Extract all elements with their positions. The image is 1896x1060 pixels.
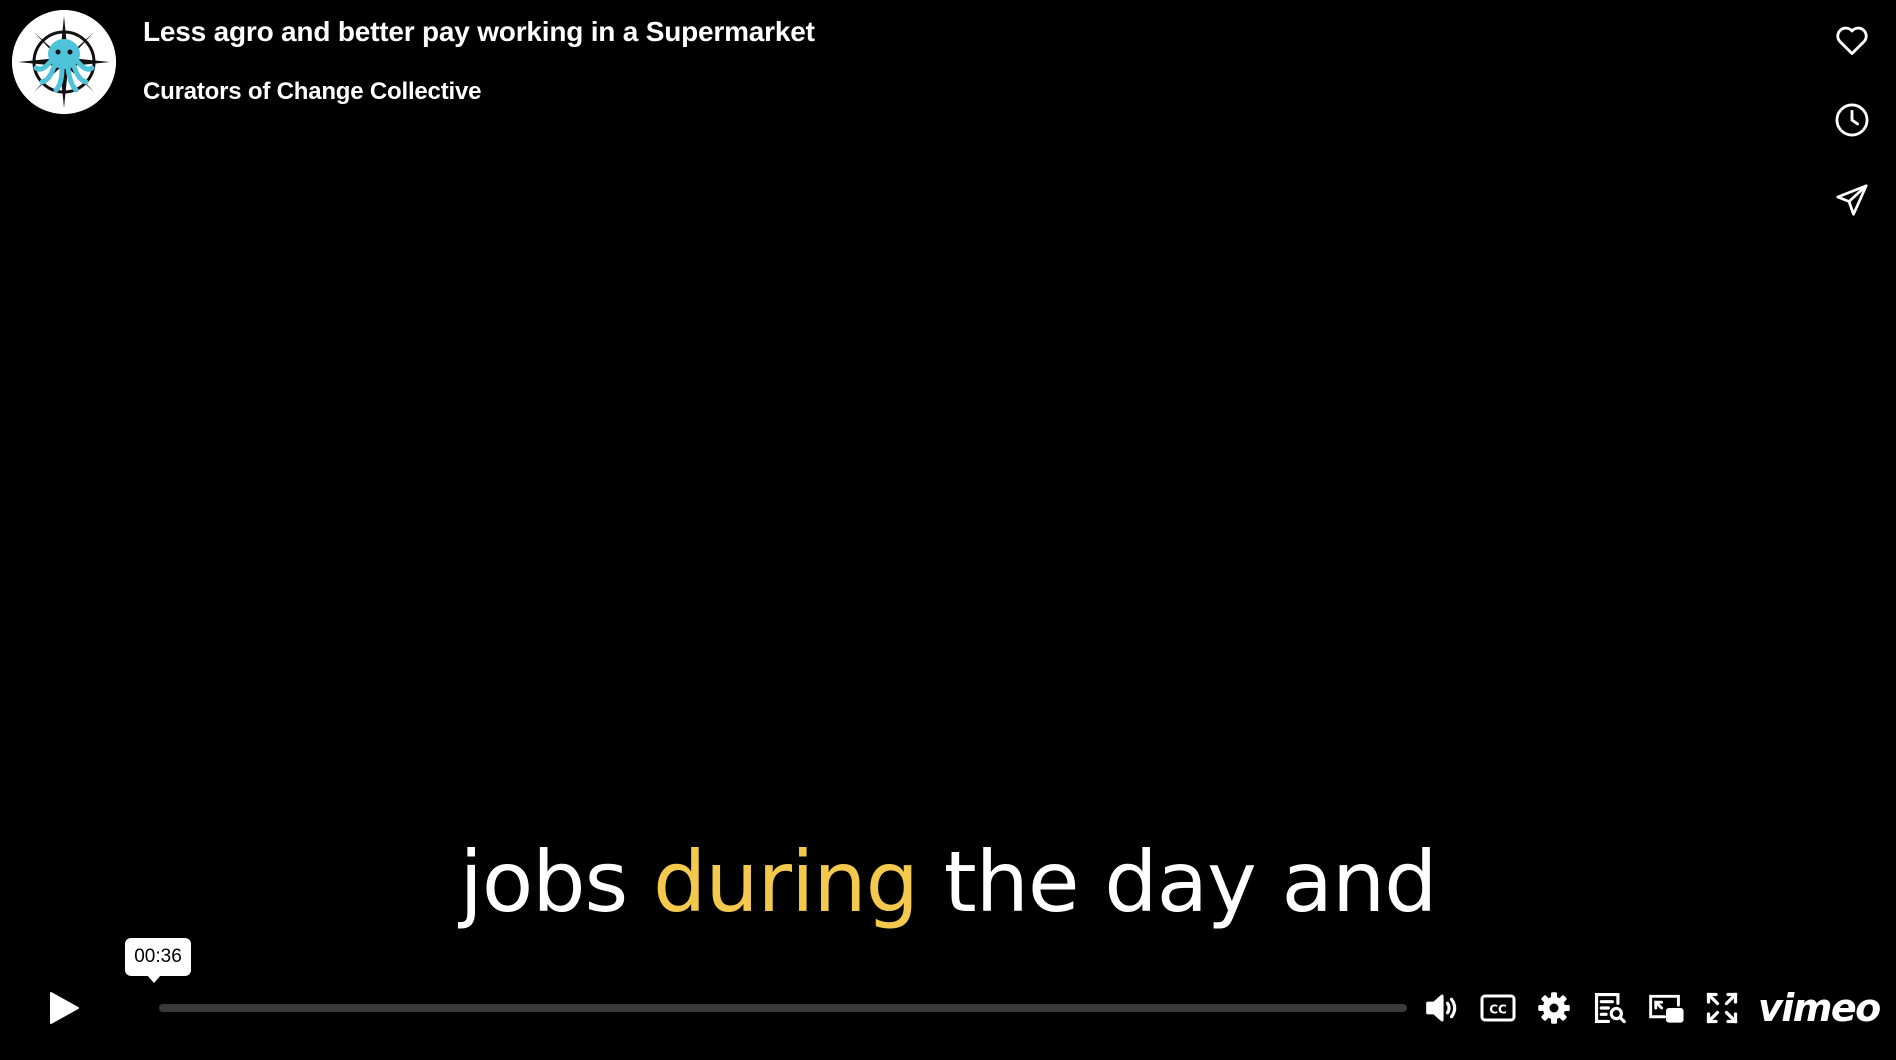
volume-button[interactable]	[1420, 986, 1464, 1030]
cc-icon: CC	[1480, 994, 1516, 1022]
caption-text-before: jobs	[459, 833, 653, 931]
paper-plane-icon	[1836, 184, 1868, 216]
channel-name[interactable]: Curators of Change Collective	[143, 78, 481, 106]
hover-time-tooltip: 00:36	[125, 938, 191, 983]
side-actions	[1828, 16, 1876, 256]
control-bar: 00:36 CC vimeo	[0, 938, 1896, 1060]
vimeo-logo[interactable]: vimeo	[1758, 989, 1881, 1027]
subtitle-caption: jobs during the day and	[0, 840, 1896, 924]
video-player[interactable]: Less agro and better pay working in a Su…	[0, 0, 1896, 1060]
volume-icon	[1426, 994, 1457, 1022]
heart-icon	[1836, 26, 1868, 55]
fullscreen-button[interactable]	[1700, 986, 1744, 1030]
play-icon	[50, 992, 79, 1024]
play-button[interactable]	[36, 980, 92, 1036]
progress-bar[interactable]	[159, 1004, 1407, 1012]
settings-button[interactable]	[1532, 986, 1576, 1030]
caption-highlight-word: during	[653, 833, 919, 931]
watch-later-button[interactable]	[1828, 96, 1876, 144]
octopus-compass-logo	[12, 10, 116, 114]
transcript-button[interactable]	[1588, 986, 1632, 1030]
gear-icon	[1538, 992, 1570, 1024]
pip-icon	[1649, 994, 1684, 1023]
caption-text-after: the day and	[918, 833, 1438, 931]
right-controls: CC vimeo	[1420, 982, 1881, 1034]
like-button[interactable]	[1828, 16, 1876, 64]
transcript-icon	[1594, 992, 1626, 1024]
clock-icon	[1835, 103, 1869, 137]
svg-text:CC: CC	[1489, 1003, 1507, 1017]
captions-button[interactable]: CC	[1476, 986, 1520, 1030]
share-button[interactable]	[1828, 176, 1876, 224]
fullscreen-icon	[1706, 992, 1738, 1024]
channel-avatar[interactable]	[12, 10, 116, 114]
video-title[interactable]: Less agro and better pay working in a Su…	[143, 16, 815, 48]
picture-in-picture-button[interactable]	[1644, 986, 1688, 1030]
